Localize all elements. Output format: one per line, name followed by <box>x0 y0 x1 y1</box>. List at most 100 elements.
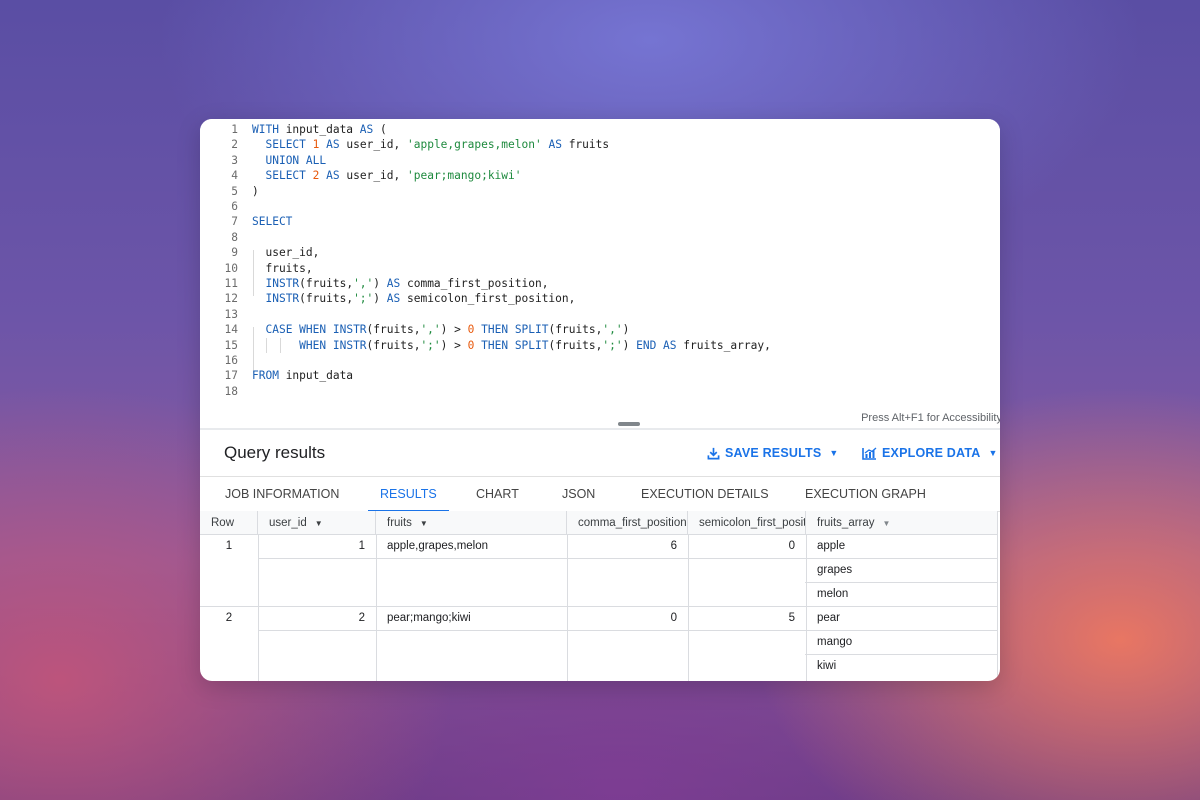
code-text: CASE WHEN INSTR(fruits,',') > 0 THEN SPL… <box>252 322 629 337</box>
sql-keyword: INSTR <box>265 292 300 306</box>
cell-fruits-array-item[interactable]: pear <box>806 607 997 631</box>
column-header-user-id[interactable]: user_id ▼ <box>258 511 376 535</box>
sql-string: ';' <box>420 338 441 352</box>
sql-text: input_data <box>278 369 354 383</box>
sql-string: ',' <box>602 323 623 337</box>
sql-keyword: INSTR <box>332 323 367 337</box>
sort-down-icon[interactable]: ▼ <box>315 519 323 528</box>
sql-keyword: FROM <box>252 369 279 383</box>
sql-keyword: SELECT <box>252 215 293 229</box>
sql-text: comma_first_position, <box>400 277 549 290</box>
line-number: 16 <box>224 354 238 367</box>
sql-text: ) > <box>440 323 468 337</box>
line-number: 17 <box>224 369 238 383</box>
row-number: 1 <box>225 540 233 552</box>
sql-keyword: AS <box>386 292 401 306</box>
sql-keyword: AS <box>359 123 374 136</box>
sql-text: fruits, <box>252 261 313 275</box>
sql-keyword: AS <box>326 138 340 152</box>
tab-execution-details[interactable]: EXECUTION DETAILS <box>641 477 769 511</box>
sql-keyword: AS <box>548 138 562 152</box>
download-icon <box>707 447 720 459</box>
cell-fruits-array-item[interactable]: kiwi <box>806 655 997 679</box>
sql-text: (fruits, <box>366 323 421 337</box>
cell-comma-first-position[interactable]: 6 <box>567 535 688 559</box>
sql-keyword: CASE WHEN <box>265 323 327 337</box>
sort-down-icon[interactable]: ▼ <box>420 519 428 528</box>
cell-fruits[interactable]: apple,grapes,melon <box>376 535 567 559</box>
cell-user-id[interactable]: 1 <box>258 535 376 559</box>
explore-data-button[interactable]: EXPLORE DATA ▼ <box>862 443 998 463</box>
cell-fruits[interactable]: pear;mango;kiwi <box>376 607 567 631</box>
cell-semicolon-first-position[interactable]: 5 <box>688 607 806 631</box>
line-number: 8 <box>231 230 238 244</box>
column-header-fruits[interactable]: fruits ▼ <box>376 511 567 535</box>
sql-keyword: WITH <box>252 123 279 136</box>
line-number: 2 <box>231 138 238 152</box>
sql-text: ( <box>373 123 387 136</box>
sql-text: semicolon_first_position, <box>400 292 576 306</box>
cell-comma-first-position[interactable]: 0 <box>567 607 688 631</box>
sql-keyword: WHEN <box>299 338 327 352</box>
cell-fruits-array-item[interactable]: grapes <box>806 559 997 583</box>
code-text: SELECT 2 AS user_id, 'pear;mango;kiwi' <box>252 168 521 183</box>
tab-json[interactable]: JSON <box>562 477 595 511</box>
column-header-fruits-array[interactable]: fruits_array ▼ <box>806 511 998 535</box>
sql-keyword: SELECT <box>265 138 306 152</box>
results-table: Row user_id ▼ fruits ▼ comma_first_positio… <box>200 511 1000 681</box>
sort-down-icon[interactable]: ▼ <box>883 519 891 528</box>
cell-user-id[interactable]: 2 <box>258 607 376 631</box>
save-results-button[interactable]: SAVE RESULTS ▼ <box>707 443 839 463</box>
tab-job-information[interactable]: JOB INFORMATION <box>225 477 339 511</box>
sql-text: (fruits, <box>548 338 603 352</box>
sql-keyword: INSTR <box>265 277 300 290</box>
code-text: fruits, <box>252 261 313 276</box>
sql-editor[interactable]: Press Alt+F1 for Accessibility 1 WITH inp… <box>200 119 1000 428</box>
sql-keyword: SELECT <box>265 169 306 183</box>
cell-divider <box>258 630 806 631</box>
sql-keyword: AS <box>326 169 340 183</box>
cell-divider <box>258 558 806 559</box>
explore-data-label: EXPLORE DATA <box>882 446 981 460</box>
code-text: ) <box>252 184 259 199</box>
cell-fruits-array-item[interactable]: apple <box>806 535 997 559</box>
sql-text: (fruits, <box>548 323 603 337</box>
line-number: 1 <box>231 123 238 136</box>
caret-down-icon: ▼ <box>829 448 839 458</box>
line-number: 9 <box>231 246 238 260</box>
line-number: 13 <box>224 307 238 321</box>
sql-text: fruits <box>561 138 610 152</box>
line-number: 11 <box>224 277 238 290</box>
tab-chart[interactable]: CHART <box>476 477 519 511</box>
line-number: 4 <box>231 169 238 183</box>
sql-text: fruits_array, <box>676 338 771 352</box>
tab-execution-graph[interactable]: EXECUTION GRAPH <box>805 477 926 511</box>
line-number: 12 <box>224 292 238 306</box>
column-header-comma-first-position[interactable]: comma_first_position <box>567 511 688 535</box>
line-number: 18 <box>224 384 238 398</box>
sql-string: 'apple,grapes,melon' <box>407 138 542 152</box>
sql-keyword: END AS <box>636 338 677 352</box>
cell-semicolon-first-position[interactable]: 0 <box>688 535 806 559</box>
save-results-label: SAVE RESULTS <box>725 446 822 460</box>
sql-keyword: SPLIT <box>514 323 549 337</box>
line-number: 10 <box>224 261 238 275</box>
tab-results[interactable]: RESULTS <box>368 477 449 512</box>
cell-fruits-array-item[interactable]: mango <box>806 631 997 655</box>
code-text: SELECT 1 AS user_id, 'apple,grapes,melon… <box>252 137 609 152</box>
column-header-semicolon-first-position[interactable]: semicolon_first_position <box>688 511 806 535</box>
sql-keyword: UNION ALL <box>265 153 327 167</box>
sql-text: (fruits, <box>299 277 354 290</box>
sql-text: user_id, <box>339 138 407 152</box>
resize-handle[interactable] <box>618 422 640 426</box>
cell-divider <box>805 582 997 583</box>
code-text: FROM input_data <box>252 368 353 383</box>
cell-fruits-array-item[interactable]: melon <box>806 583 997 607</box>
